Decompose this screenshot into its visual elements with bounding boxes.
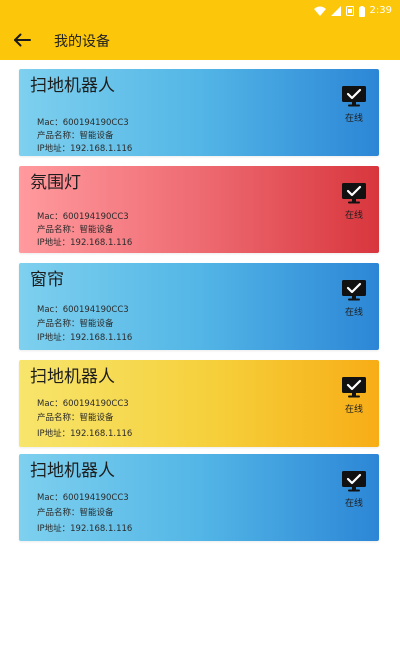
device-product: 产品名称：智能设备 bbox=[37, 508, 114, 518]
back-button[interactable] bbox=[0, 22, 44, 60]
device-status: 在线 bbox=[341, 182, 367, 222]
monitor-check-icon bbox=[341, 470, 367, 496]
device-mac: Mac：600194190CC3 bbox=[37, 399, 129, 409]
device-card[interactable]: 窗帘 Mac：600194190CC3 产品名称：智能设备 IP地址：192.1… bbox=[19, 263, 379, 350]
device-product: 产品名称：智能设备 bbox=[37, 413, 114, 423]
device-status: 在线 bbox=[341, 85, 367, 125]
device-card[interactable]: 氛围灯 Mac：600194190CC3 产品名称：智能设备 IP地址：192.… bbox=[19, 166, 379, 253]
online-status-label: 在线 bbox=[344, 211, 363, 221]
device-name: 扫地机器人 bbox=[30, 367, 115, 387]
online-status-label: 在线 bbox=[344, 114, 363, 124]
monitor-check-icon bbox=[341, 182, 367, 208]
wifi-icon bbox=[313, 6, 326, 16]
monitor-check-icon bbox=[341, 376, 367, 402]
device-ip: IP地址：192.168.1.116 bbox=[37, 144, 133, 154]
status-time: 2:39 bbox=[369, 5, 392, 16]
device-name: 氛围灯 bbox=[30, 173, 81, 193]
app-bar: 我的设备 bbox=[0, 22, 400, 60]
device-status: 在线 bbox=[341, 279, 367, 319]
sim-icon bbox=[345, 6, 354, 16]
monitor-check-icon bbox=[341, 279, 367, 305]
monitor-check-icon bbox=[341, 85, 367, 111]
online-status-label: 在线 bbox=[344, 499, 363, 509]
device-mac: Mac：600194190CC3 bbox=[37, 212, 129, 222]
device-card[interactable]: 扫地机器人 Mac：600194190CC3 产品名称：智能设备 IP地址：19… bbox=[19, 69, 379, 156]
device-mac: Mac：600194190CC3 bbox=[37, 118, 129, 128]
device-name: 扫地机器人 bbox=[30, 76, 115, 96]
device-ip: IP地址：192.168.1.116 bbox=[37, 524, 133, 534]
online-status-label: 在线 bbox=[344, 308, 363, 318]
status-icons: 2:39 bbox=[313, 3, 392, 19]
device-product: 产品名称：智能设备 bbox=[37, 131, 114, 141]
device-mac: Mac：600194190CC3 bbox=[37, 305, 129, 315]
device-mac: Mac：600194190CC3 bbox=[37, 493, 129, 503]
device-name: 扫地机器人 bbox=[30, 461, 115, 481]
online-status-label: 在线 bbox=[344, 405, 363, 415]
status-bar: 2:39 bbox=[0, 0, 400, 22]
cellular-signal-icon bbox=[330, 6, 341, 16]
device-name: 窗帘 bbox=[30, 270, 64, 290]
device-ip: IP地址：192.168.1.116 bbox=[37, 333, 133, 343]
device-card[interactable]: 扫地机器人 Mac：600194190CC3 产品名称：智能设备 IP地址：19… bbox=[19, 360, 379, 447]
battery-icon bbox=[358, 5, 365, 17]
device-status: 在线 bbox=[341, 470, 367, 510]
device-ip: IP地址：192.168.1.116 bbox=[37, 429, 133, 439]
device-product: 产品名称：智能设备 bbox=[37, 319, 114, 329]
page-title: 我的设备 bbox=[54, 34, 110, 50]
device-product: 产品名称：智能设备 bbox=[37, 225, 114, 235]
device-card[interactable]: 扫地机器人 Mac：600194190CC3 产品名称：智能设备 IP地址：19… bbox=[19, 454, 379, 541]
arrow-left-icon bbox=[13, 32, 31, 51]
device-ip: IP地址：192.168.1.116 bbox=[37, 238, 133, 248]
device-status: 在线 bbox=[341, 376, 367, 416]
